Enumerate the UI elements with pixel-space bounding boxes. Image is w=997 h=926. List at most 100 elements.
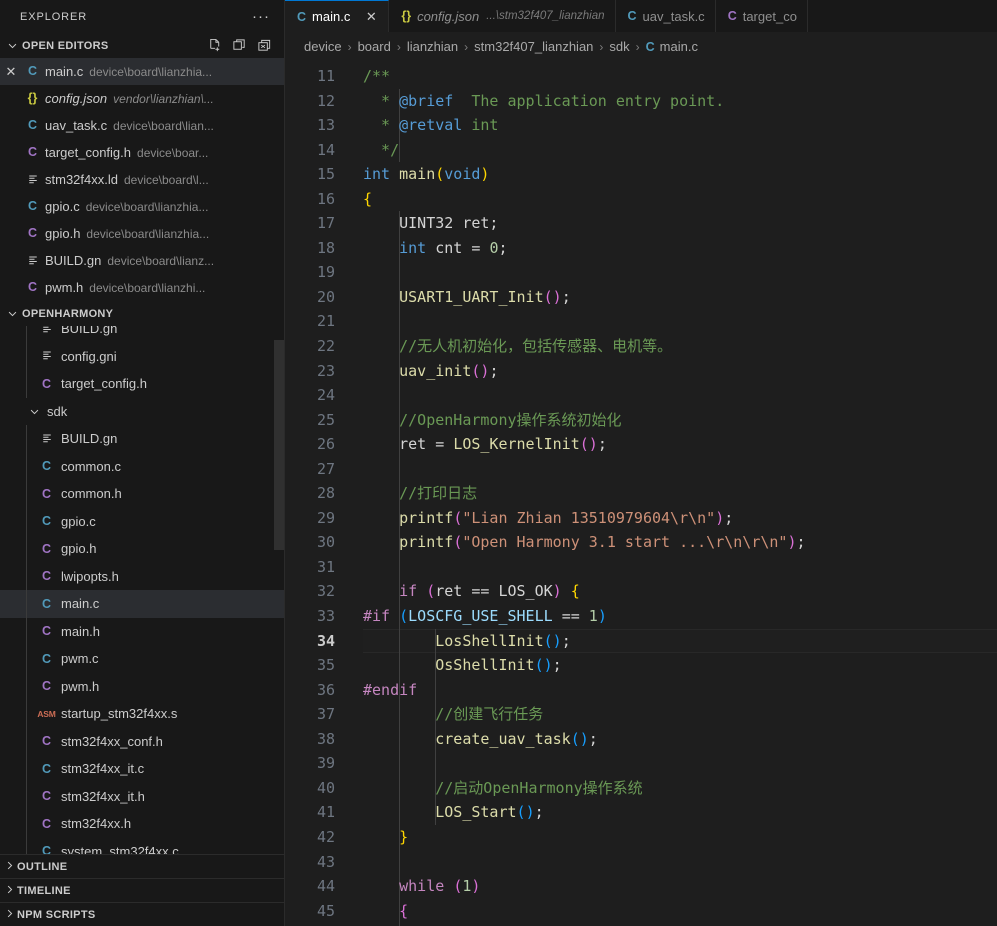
tree-item-label: gpio.c <box>61 513 96 529</box>
tree-file-item[interactable]: config.gni <box>0 342 284 370</box>
tree-file-item[interactable]: BUILD.gn <box>0 425 284 453</box>
code-token: ; <box>724 508 734 527</box>
tree-file-item[interactable]: Cstm32f4xx_conf.h <box>0 727 284 755</box>
sidebar-scrollbar[interactable] <box>274 340 284 550</box>
section-label-open-editors: OPEN EDITORS <box>22 39 109 52</box>
code-line: 37 //创建飞行任务 <box>285 702 997 727</box>
code-line: 31 <box>285 554 997 580</box>
open-editor-item[interactable]: ✕BUILD.gndevice\board\lianz... <box>0 247 284 274</box>
code-line: 16 { <box>285 187 997 212</box>
breadcrumb-item[interactable]: lianzhian <box>407 39 458 54</box>
tree-file-item[interactable]: Ccommon.c <box>0 452 284 480</box>
code-token: { <box>399 901 409 920</box>
open-editors-list: ✕ Cmain.c device\board\lianzhia...✕ {} confi… <box>0 58 284 301</box>
open-editor-item[interactable]: ✕Cgpio.cdevice\board\lianzhia... <box>0 193 284 220</box>
tree-file-item[interactable]: Clwipopts.h <box>0 562 284 591</box>
breadcrumb-item[interactable]: stm32f407_lianzhian <box>474 39 593 54</box>
code-token: The application entry point. <box>453 91 725 110</box>
open-editor-item[interactable]: ✕ Cmain.c device\board\lianzhia... <box>0 58 284 85</box>
tree-item-label: target_config.h <box>61 376 148 392</box>
tree-file-item[interactable]: Cstm32f4xx_it.h <box>0 782 284 810</box>
tab-label: target_co <box>742 8 797 24</box>
tree-file-item[interactable]: Cpwm.c <box>0 645 284 673</box>
tree-file-item[interactable]: Cstm32f4xx_it.c <box>0 755 284 783</box>
section-header-open-editors[interactable]: OPEN EDITORS <box>0 33 284 58</box>
open-editor-item[interactable]: ✕stm32f4xx.lddevice\board\l... <box>0 166 284 193</box>
sidebar-panel-timeline[interactable]: TIMELINE <box>0 878 284 902</box>
tree-file-item[interactable]: Cmain.c <box>0 590 284 618</box>
tree-file-item[interactable]: Ctarget_config.h <box>0 370 284 398</box>
code-editor[interactable]: 11 /** 12 * @brief The application entry p… <box>285 61 997 926</box>
tree-file-item[interactable]: Cmain.h <box>0 617 284 646</box>
code-token: create_uav_task <box>435 729 571 748</box>
code-token: if <box>399 582 418 601</box>
new-file-icon[interactable] <box>204 36 224 56</box>
h-file-icon: C <box>27 145 38 160</box>
open-editor-item[interactable]: ✕{}config.jsonvendor\lianzhian\... <box>0 85 284 112</box>
code-token: int <box>363 165 391 184</box>
tree-item-label: common.h <box>61 486 122 502</box>
code-token: ; <box>561 631 571 650</box>
code-token: ( <box>453 877 463 896</box>
tree-item-label: stm32f4xx_it.h <box>61 788 145 804</box>
chevron-down-icon[interactable] <box>26 406 43 417</box>
panel-label: NPM SCRIPTS <box>17 908 96 921</box>
tree-file-item[interactable]: Cgpio.h <box>0 535 284 563</box>
line-number: 26 <box>316 435 335 454</box>
editor-tab[interactable]: Cmain.c ✕ <box>285 0 390 32</box>
code-line-text: uav_init(); <box>349 359 498 384</box>
tree-file-item[interactable]: Ccommon.h <box>0 480 284 508</box>
tree-file-item[interactable]: ASM startup_stm32f4xx.s <box>0 700 284 728</box>
explorer-sidebar: EXPLORER ··· OPEN EDITORS ✕ Cmain.c device… <box>0 0 285 926</box>
open-editor-item[interactable]: ✕Cpwm.hdevice\board\lianzhi... <box>0 274 284 301</box>
code-line: 29 printf("Lian Zhian 13510979604\r\n"); <box>285 505 997 531</box>
code-line: 36 #endif <box>285 677 997 703</box>
sidebar-panel-npm-scripts[interactable]: NPM SCRIPTS <box>0 902 284 926</box>
code-token: ) <box>471 877 481 896</box>
tree-file-item[interactable]: Cpwm.h <box>0 672 284 700</box>
open-editor-item[interactable]: ✕Cuav_task.cdevice\board\lian... <box>0 112 284 139</box>
code-line-text: LOS_Start(); <box>349 800 543 825</box>
editor-tab[interactable]: Cuav_task.c <box>615 0 716 32</box>
sidebar-panel-outline[interactable]: OUTLINE <box>0 854 284 878</box>
breadcrumb-item[interactable]: board <box>358 39 391 54</box>
code-token: * <box>363 91 400 110</box>
breadcrumb-file[interactable]: main.c <box>660 39 698 54</box>
new-folder-icon[interactable] <box>229 36 249 56</box>
tree-file-item[interactable]: Cstm32f4xx.h <box>0 810 284 838</box>
editor-tab[interactable]: Ctarget_co <box>715 0 808 32</box>
file-tree-scroll-region[interactable]: BUILD.gn config.gni Ctarget_config.h sdk BUI… <box>0 326 284 854</box>
chevron-right-icon: › <box>599 39 604 54</box>
breadcrumb-item[interactable]: sdk <box>609 39 629 54</box>
tree-file-item[interactable]: Cgpio.c <box>0 507 284 536</box>
close-all-editors-icon[interactable] <box>254 36 274 56</box>
tree-folder-item[interactable]: sdk <box>0 398 284 426</box>
open-editor-item[interactable]: ✕Ctarget_config.hdevice\boar... <box>0 139 284 166</box>
code-line-text: int cnt = 0; <box>349 236 507 261</box>
gn-file-icon <box>36 349 57 363</box>
open-editor-path: vendor\lianzhian\... <box>113 91 214 106</box>
code-token: OsShellInit <box>435 656 535 675</box>
c-file-icon: C <box>27 64 38 79</box>
close-icon[interactable]: ✕ <box>364 9 378 25</box>
breadcrumb-item[interactable]: device <box>304 39 342 54</box>
code-line: 20 USART1_UART_Init(); <box>285 284 997 310</box>
editor-tab[interactable]: {} config.json ...\stm32f407_lianzhian <box>389 0 616 32</box>
line-number: 12 <box>316 91 335 110</box>
close-icon[interactable]: ✕ <box>0 64 22 80</box>
tree-file-item[interactable]: BUILD.gn <box>0 326 284 343</box>
code-line-text: //打印日志 <box>349 481 477 506</box>
explorer-more-actions-icon[interactable]: ··· <box>244 9 278 24</box>
tree-file-item[interactable]: Csystem_stm32f4xx.c <box>0 837 284 854</box>
h-file-icon: C <box>27 226 38 241</box>
gn-file-icon <box>22 173 43 187</box>
section-header-openharmony[interactable]: OPENHARMONY <box>0 301 284 326</box>
open-editor-item[interactable]: ✕Cgpio.hdevice\board\lianzhia... <box>0 220 284 247</box>
